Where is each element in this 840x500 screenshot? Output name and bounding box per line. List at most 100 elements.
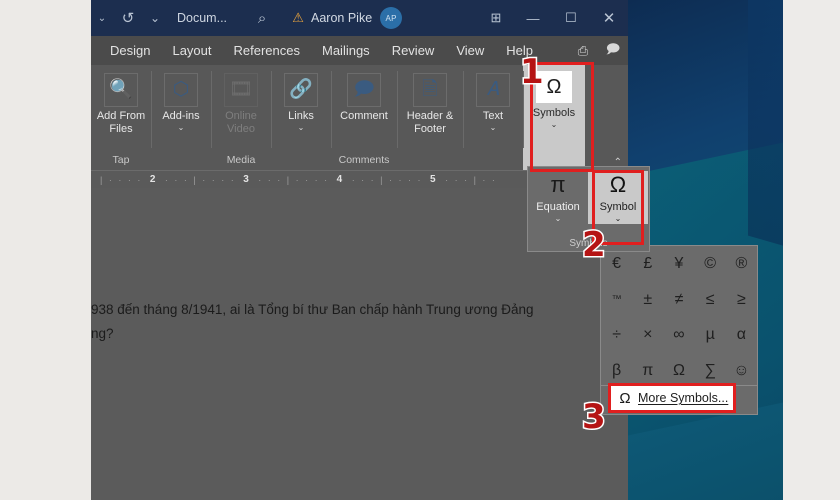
comments-icon[interactable]: 🗩 [598, 40, 628, 62]
symbol-menu-item[interactable]: Ω Symbol ⌄ [588, 171, 648, 224]
comment-button[interactable]: 🗩 Comment [331, 71, 397, 123]
ribbon: 🔍 Add From Files Tap ⬡ Add-ins ⌄ 🎞 Onlin… [91, 65, 628, 170]
tab-review[interactable]: Review [381, 36, 446, 65]
close-button[interactable]: ✕ [590, 0, 628, 36]
add-ins-label: Add-ins [162, 110, 200, 122]
ruler-track: | · · · · 2 · · · | · · · · 3 · · · | · … [97, 174, 504, 185]
ribbon-display-options-icon[interactable]: ⊞ [478, 0, 514, 36]
avatar[interactable]: AP [380, 7, 403, 29]
tab-layout[interactable]: Layout [161, 36, 222, 65]
online-video-icon: 🎞 [224, 73, 258, 107]
text-icon: 𝐴 [476, 73, 510, 107]
header-footer-icon: 🗎 [413, 73, 447, 107]
ruler-number-4: 4 [336, 174, 345, 185]
ruler-tick: · · · | · · · · [253, 174, 334, 185]
symbol-cell-smiley-sign[interactable]: ☺ [726, 353, 757, 389]
add-from-files-button[interactable]: 🔍 Add From Files [91, 71, 151, 135]
step-marker-1: 1 [519, 52, 546, 92]
maximize-button[interactable]: ☐ [552, 0, 590, 36]
more-symbols-label: More Symbols... [638, 391, 729, 405]
symbol-cell-not-equal-sign[interactable]: ≠ [663, 282, 694, 318]
symbol-cell-yen-sign[interactable]: ¥ [663, 246, 694, 282]
omega-icon: Ω [619, 389, 631, 407]
group-label-comments: Comments [338, 154, 390, 166]
chevron-down-icon[interactable]: ⌄ [555, 214, 562, 224]
tab-design[interactable]: Design [99, 36, 161, 65]
customize-quick-access-chevron-icon[interactable]: ⌄ [143, 0, 167, 36]
symbol-cell-copyright-sign[interactable]: © [695, 246, 726, 282]
ruler-number-3: 3 [243, 174, 251, 185]
symbol-cell-micro-sign[interactable]: µ [695, 318, 726, 354]
document-line-2: ng? [91, 325, 114, 341]
autosave-chevron-icon[interactable]: ⌄ [91, 0, 113, 36]
symbol-cell-infinity-sign[interactable]: ∞ [663, 318, 694, 354]
symbol-cell-less-than-or-equal-sign[interactable]: ≤ [695, 282, 726, 318]
ribbon-group-tap: 🔍 Add From Files Tap [91, 65, 151, 170]
share-icon[interactable]: ⎙ [568, 43, 598, 59]
ribbon-group-addins: ⬡ Add-ins ⌄ [151, 65, 211, 170]
chevron-down-icon[interactable]: ⌄ [490, 123, 497, 132]
ruler-tick: · · · | · · [440, 174, 502, 185]
header-footer-label: Header & Footer [406, 110, 454, 135]
warning-icon: ⚠ [292, 10, 304, 25]
document-title: Docum... [177, 11, 228, 25]
ruler-number-5: 5 [430, 174, 438, 185]
symbol-cell-pi-sign[interactable]: π [632, 353, 663, 389]
search-icon[interactable]: ⌕ [239, 0, 285, 36]
symbol-cell-plus-minus-sign[interactable]: ± [632, 282, 663, 318]
comment-label: Comment [340, 110, 388, 122]
symbol-cell-alpha-sign[interactable]: α [726, 318, 757, 354]
equation-label: Equation [536, 201, 580, 213]
links-button[interactable]: 🔗 Links ⌄ [271, 71, 331, 132]
symbol-cell-registered-sign[interactable]: ® [726, 246, 757, 282]
more-symbols-menu-item[interactable]: Ω More Symbols... [612, 386, 732, 410]
omega-icon: Ω [609, 171, 627, 197]
symbol-gallery: € £ ¥ © ® ™ ± ≠ ≤ ≥ ÷ × ∞ µ α β π Ω ∑ ☺ [600, 245, 758, 390]
ribbon-group-header-footer: 🗎 Header & Footer [397, 65, 463, 170]
symbol-cell-greater-than-or-equal-sign[interactable]: ≥ [726, 282, 757, 318]
equation-menu-item[interactable]: π Equation ⌄ [528, 171, 588, 224]
symbol-cell-division-sign[interactable]: ÷ [601, 318, 632, 354]
add-ins-button[interactable]: ⬡ Add-ins ⌄ [151, 71, 211, 132]
tab-mailings[interactable]: Mailings [311, 36, 381, 65]
links-label: Links [288, 110, 314, 122]
links-icon: 🔗 [284, 73, 318, 107]
symbol-label: Symbol [599, 201, 637, 213]
minimize-button[interactable]: — [514, 0, 552, 36]
symbol-cell-beta-sign[interactable]: β [601, 353, 632, 389]
tab-references[interactable]: References [223, 36, 311, 65]
group-label-tap: Tap [112, 154, 130, 166]
ruler-tick: | · · · · [100, 174, 147, 185]
comment-icon: 🗩 [347, 73, 381, 107]
symbol-cell-trademark-sign[interactable]: ™ [601, 282, 632, 318]
chevron-down-icon[interactable]: ⌄ [615, 214, 622, 224]
symbol-cell-omega-sign[interactable]: Ω [663, 353, 694, 389]
chevron-down-icon[interactable]: ⌄ [298, 123, 305, 132]
online-video-button[interactable]: 🎞 Online Video [211, 71, 271, 135]
ruler-tick: · · · | · · · · [160, 174, 241, 185]
ruler-number-2: 2 [149, 174, 158, 185]
ribbon-tab-strip: Design Layout References Mailings Review… [91, 36, 628, 65]
ribbon-group-text: 𝐴 Text ⌄ [463, 65, 523, 170]
chevron-down-icon[interactable]: ⌄ [551, 120, 558, 129]
account-name[interactable]: Aaron Pike [311, 11, 380, 25]
title-bar: ⌄ ↺ ⌄ Docum... ⌕ ⚠ Aaron Pike AP ⊞ — ☐ ✕ [91, 0, 628, 36]
symbols-dropdown-row: π Equation ⌄ Ω Symbol ⌄ [528, 167, 649, 224]
screenshot-root: ⌄ ↺ ⌄ Docum... ⌕ ⚠ Aaron Pike AP ⊞ — ☐ ✕… [0, 0, 840, 500]
document-body-text[interactable]: 938 đến tháng 8/1941, ai là Tổng bí thư … [91, 298, 620, 345]
undo-icon[interactable]: ↺ [113, 0, 143, 36]
add-from-files-label: Add From Files [96, 110, 146, 135]
header-footer-button[interactable]: 🗎 Header & Footer [397, 71, 463, 135]
symbol-cell-sigma-sign[interactable]: ∑ [695, 353, 726, 389]
text-label: Text [482, 110, 504, 122]
add-from-files-icon: 🔍 [104, 73, 138, 107]
symbols-label: Symbols [532, 107, 576, 119]
desktop-right-panel [783, 0, 840, 500]
symbol-cell-multiplication-sign[interactable]: × [632, 318, 663, 354]
ribbon-group-links: 🔗 Links ⌄ [271, 65, 331, 170]
step-marker-3: 3 [581, 397, 608, 437]
text-button[interactable]: 𝐴 Text ⌄ [463, 71, 523, 132]
document-line-1: 938 đến tháng 8/1941, ai là Tổng bí thư … [91, 302, 534, 317]
tab-view[interactable]: View [445, 36, 495, 65]
chevron-down-icon[interactable]: ⌄ [178, 123, 185, 132]
